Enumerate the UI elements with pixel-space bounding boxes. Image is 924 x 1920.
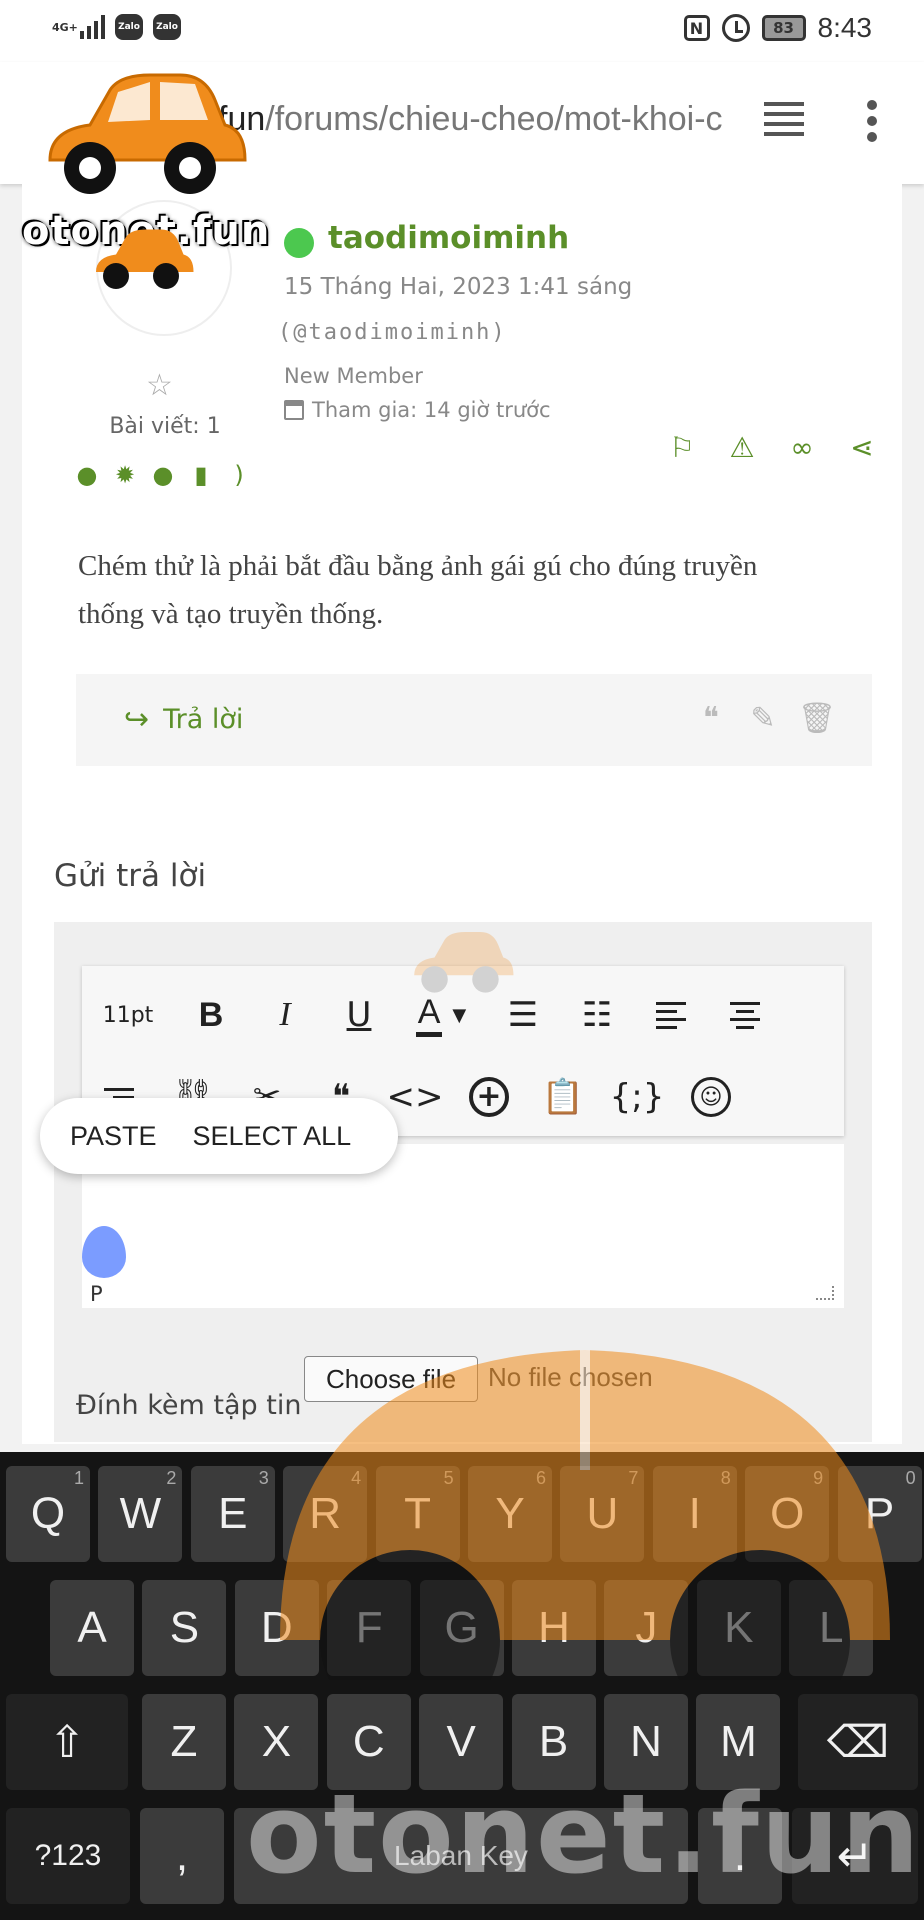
reply-label: Trả lời [163,704,244,735]
post-date: 15 Tháng Hai, 2023 1:41 sáng [284,274,633,300]
italic-button[interactable]: I [248,985,322,1045]
choose-file-button[interactable]: Choose file [304,1356,478,1402]
post-author[interactable]: taodimoiminh [328,220,569,256]
select-all-button[interactable]: SELECT ALL [193,1121,352,1152]
file-status: No file chosen [488,1362,653,1392]
key-u[interactable]: U7 [560,1466,645,1562]
key-l[interactable]: L [789,1580,874,1676]
share-icon[interactable]: ⋖ [846,432,878,464]
edit-icon[interactable]: ✎ [746,702,780,736]
watermark-text: otonet.fun [22,208,271,254]
quote-icon[interactable]: ❝ [694,702,728,736]
shift-key[interactable]: ⇧ [6,1694,128,1790]
key-i[interactable]: I8 [652,1466,737,1562]
key-w[interactable]: W2 [98,1466,183,1562]
numbered-list-button[interactable]: ☷ [560,985,634,1045]
align-center-button[interactable] [708,985,782,1045]
key-o[interactable]: O9 [745,1466,830,1562]
chevron-down-icon: ▼ [452,1004,467,1026]
post-count: Bài viết: 1 [109,414,221,439]
paste-button[interactable]: PASTE [70,1121,157,1152]
key-d[interactable]: D [234,1580,319,1676]
settings-icon[interactable]: ✹ [112,462,138,488]
key-g[interactable]: G [419,1580,504,1676]
network-type: 4G+ [52,20,78,34]
paste-text-icon[interactable]: 📋 [526,1067,600,1127]
key-f[interactable]: F [327,1580,412,1676]
url-path: /forums/chieu-cheo/mot-khoi-c [265,100,723,138]
rss-icon[interactable]: ) [226,462,252,488]
profile-icon[interactable]: ● [74,462,100,488]
reader-mode-icon[interactable] [764,102,804,142]
member-role: New Member [284,364,423,388]
zalo-notification-icon: Zalo [115,14,143,40]
code-block-button[interactable]: {;} [600,1067,674,1127]
bold-button[interactable]: B [174,985,248,1045]
nfc-icon: N [683,15,710,41]
key-p[interactable]: P0 [837,1466,922,1562]
alarm-icon [721,14,750,42]
rank-star-icon: ☆ [146,368,173,403]
watermark-text-large: otonet.fun [246,1770,922,1898]
key-t[interactable]: T5 [375,1466,460,1562]
resize-handle[interactable] [816,1286,834,1300]
element-path: P [90,1282,103,1306]
messages-icon[interactable]: ● [150,462,176,488]
symbols-key[interactable]: ?123 [6,1808,130,1904]
post-footer: ↪ Trả lời ❝ ✎ 🗑 [76,674,872,766]
join-info: Tham gia: 14 giờ trước [284,398,551,422]
key-h[interactable]: H [512,1580,596,1676]
join-text: Tham gia: 14 giờ trước [312,398,551,422]
text-color-button[interactable]: A ▼ [396,985,486,1045]
battery-icon: 83 [761,15,806,41]
key-q[interactable]: Q1 [6,1466,90,1562]
key-z[interactable]: Z [142,1694,226,1790]
emoji-icon[interactable]: ☺ [674,1067,748,1127]
profile-links: ● ✹ ● ▮ ) [74,462,252,488]
bookmark-icon[interactable]: ▮ [188,462,214,488]
font-size-select[interactable]: 11pt [82,985,174,1045]
bullet-list-button[interactable]: ☰ [486,985,560,1045]
key-j[interactable]: J [604,1580,689,1676]
author-handle: (@taodimoiminh) [278,320,507,345]
key-y[interactable]: Y6 [468,1466,552,1562]
browser-url-bar: fun/forums/chieu-cheo/mot-khoi-c [0,62,924,184]
url-host: fun [218,100,266,138]
reply-button[interactable]: ↪ Trả lời [124,702,243,737]
comma-key[interactable]: , [140,1808,224,1904]
delete-icon[interactable]: 🗑 [798,702,836,736]
underline-button[interactable]: U [322,985,396,1045]
text-selection-menu: PASTE SELECT ALL [40,1098,398,1174]
bookmark-icon[interactable]: ⚐ [666,432,698,464]
align-left-button[interactable] [634,985,708,1045]
link-icon[interactable]: ∞ [786,432,818,464]
insert-button[interactable]: + [452,1067,526,1127]
key-k[interactable]: K [696,1580,781,1676]
signal-icon [80,15,105,39]
key-s[interactable]: S [142,1580,227,1676]
reply-form: 11pt B I U A ▼ ☰ ☷ ⛓ ✂ ❝ <> + 📋 {;} ☺ P … [54,922,872,1442]
key-r[interactable]: R4 [283,1466,368,1562]
status-bar: 4G+ Zalo Zalo N 83 8:43 [0,0,924,62]
url-field[interactable]: fun/forums/chieu-cheo/mot-khoi-c [218,100,738,139]
key-e[interactable]: E3 [190,1466,275,1562]
reply-form-heading: Gửi trả lời [54,858,207,894]
online-status-icon [284,228,314,258]
post-actions: ⚐ ⚠ ∞ ⋖ [666,432,878,464]
overflow-menu-icon[interactable] [862,100,882,144]
report-icon[interactable]: ⚠ [726,432,758,464]
attach-label: Đính kèm tập tin [76,1390,302,1421]
text-cursor-handle[interactable] [82,1226,126,1278]
calendar-icon [284,400,304,420]
key-a[interactable]: A [50,1580,134,1676]
post-content: Chém thử là phải bắt đầu bằng ảnh gái gú… [78,550,758,630]
zalo-notification-icon: Zalo [153,14,181,40]
reply-arrow-icon: ↪ [124,702,150,737]
clock: 8:43 [817,12,873,43]
